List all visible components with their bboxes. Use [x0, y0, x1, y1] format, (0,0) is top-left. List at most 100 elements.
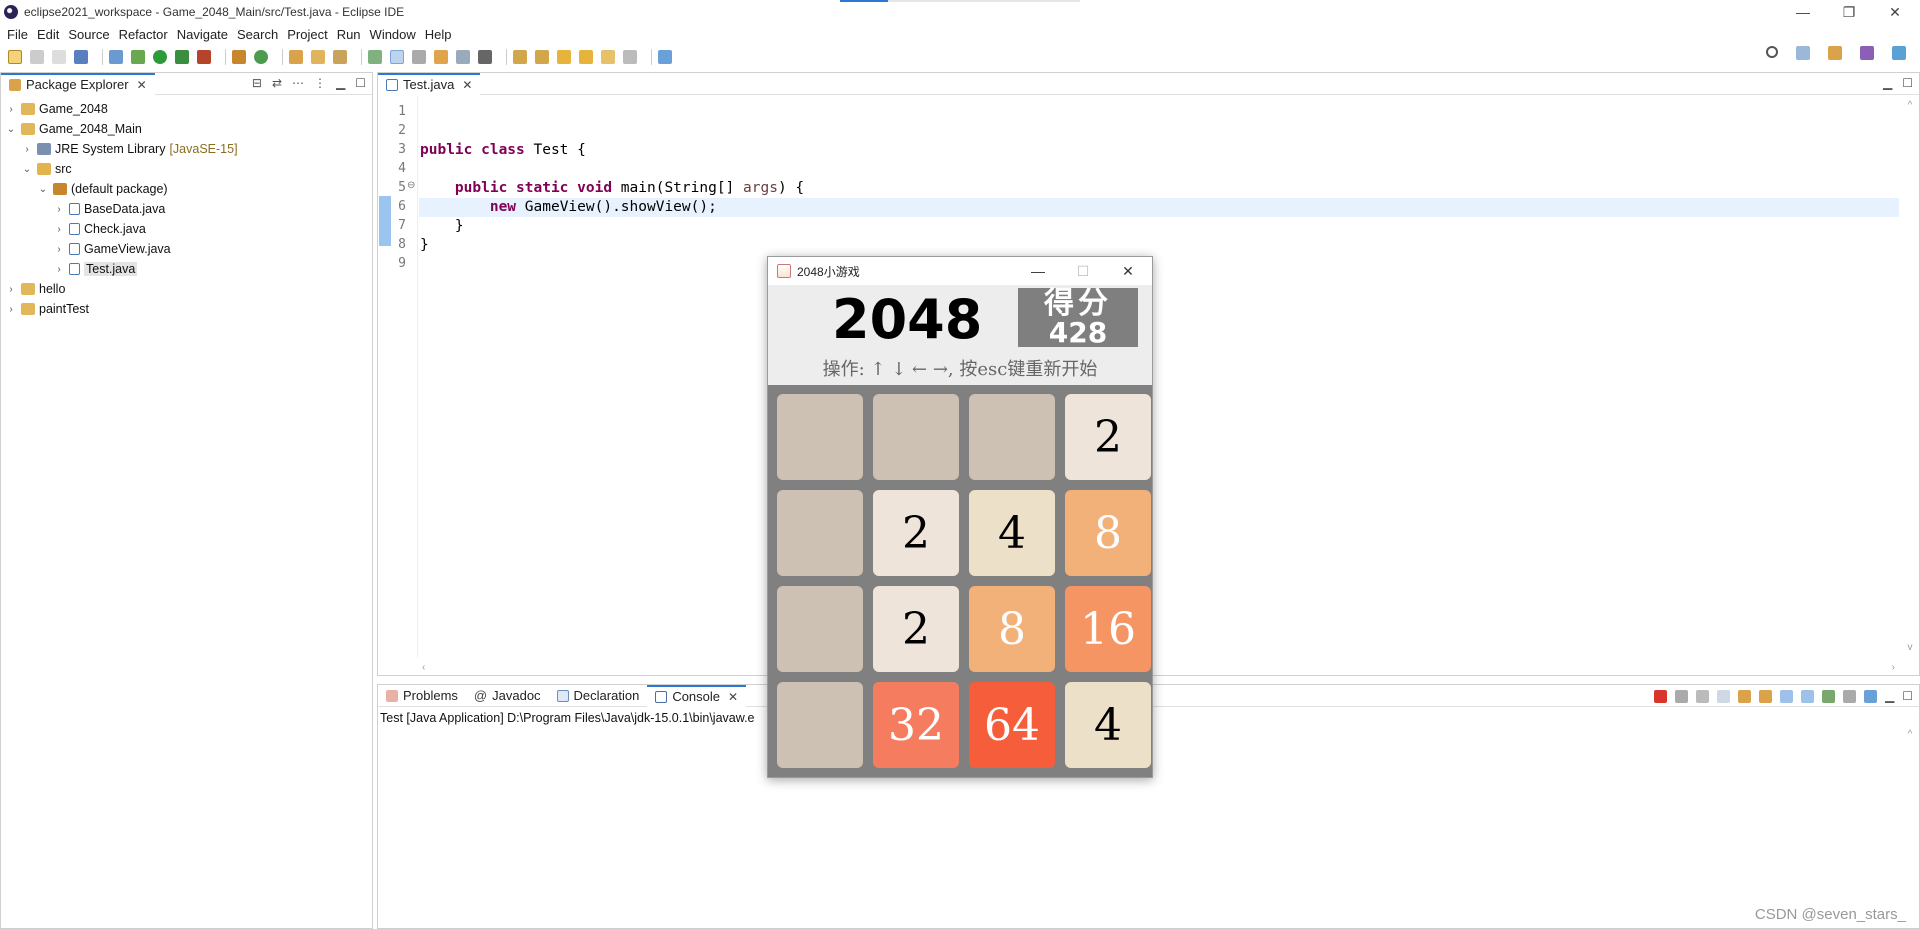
tree-item[interactable]: › GameView.java	[1, 239, 372, 259]
game-close-button[interactable]: ✕	[1108, 257, 1148, 285]
tab-package-explorer[interactable]: Package Explorer ✕	[1, 72, 155, 95]
chevron-down-icon[interactable]: ⌄	[5, 124, 17, 135]
back-arrow-icon[interactable]	[601, 50, 615, 64]
remove-all-terminated-icon[interactable]	[1696, 689, 1709, 703]
word-wrap-icon[interactable]	[1759, 689, 1772, 703]
scroll-down-icon[interactable]: v	[1908, 642, 1913, 653]
tab-console[interactable]: Console ✕	[647, 684, 747, 707]
chevron-down-icon[interactable]: ⌄	[37, 184, 49, 195]
forward-arrow-icon[interactable]	[623, 50, 637, 64]
collapse-all-icon[interactable]: ⊟	[252, 76, 262, 90]
search-tool-icon[interactable]	[333, 50, 347, 64]
tree-item[interactable]: › hello	[1, 279, 372, 299]
chevron-right-icon[interactable]: ›	[53, 244, 65, 255]
remove-launch-icon[interactable]	[1675, 689, 1688, 703]
fold-icon[interactable]: ⊖	[407, 180, 415, 191]
show-whitespace-icon[interactable]	[456, 50, 470, 64]
chevron-right-icon[interactable]: ›	[5, 284, 17, 295]
chevron-right-icon[interactable]: ›	[53, 264, 65, 275]
java-perspective-icon[interactable]	[1860, 46, 1874, 60]
minimize-button[interactable]: —	[1780, 0, 1826, 24]
tree-item[interactable]: ⌄ src	[1, 159, 372, 179]
java-ee-perspective-icon[interactable]	[1828, 46, 1842, 60]
pilcrow-icon[interactable]	[478, 50, 492, 64]
chevron-right-icon[interactable]: ›	[5, 304, 17, 315]
new-icon[interactable]	[8, 50, 22, 64]
toggle-mark-occurrences-icon[interactable]	[368, 50, 382, 64]
maximize-view-icon[interactable]: ☐	[1902, 76, 1913, 90]
last-edit-location-icon[interactable]	[557, 50, 571, 64]
new-java-class-icon[interactable]	[254, 50, 268, 64]
minimize-view-icon[interactable]: ▁	[1883, 76, 1892, 90]
tree-item[interactable]: › Game_2048	[1, 99, 372, 119]
scroll-up-icon[interactable]: ^	[1908, 100, 1913, 111]
open-console-icon[interactable]	[1864, 689, 1877, 703]
coverage-icon[interactable]	[175, 50, 189, 64]
run-icon[interactable]	[153, 50, 167, 64]
vertical-scrollbar[interactable]: ^ v	[1901, 96, 1919, 657]
search-icon[interactable]	[1766, 46, 1778, 58]
close-icon[interactable]: ✕	[728, 690, 738, 704]
close-button[interactable]: ✕	[1872, 0, 1918, 24]
save-icon[interactable]	[30, 50, 44, 64]
back-icon[interactable]	[579, 50, 593, 64]
minimize-view-icon[interactable]: ▁	[336, 76, 345, 90]
menu-window[interactable]: Window	[370, 27, 416, 42]
filters-icon[interactable]: ⋯	[292, 76, 304, 90]
menu-project[interactable]: Project	[287, 27, 327, 42]
link-with-editor-icon[interactable]: ⇄	[272, 76, 282, 90]
pin-console-icon[interactable]	[1822, 689, 1835, 703]
tree-item[interactable]: › Check.java	[1, 219, 372, 239]
view-menu-icon[interactable]: ⋮	[314, 76, 326, 90]
menu-refactor[interactable]: Refactor	[119, 27, 168, 42]
close-icon[interactable]: ✕	[462, 78, 472, 92]
tree-item[interactable]: ⌄ (default package)	[1, 179, 372, 199]
toggle-highlight-icon[interactable]	[390, 50, 404, 64]
tree-item[interactable]: › BaseData.java	[1, 199, 372, 219]
chevron-right-icon[interactable]: ›	[5, 104, 17, 115]
tab-test-java[interactable]: Test.java ✕	[378, 72, 481, 95]
skip-breakpoints-icon[interactable]	[109, 50, 123, 64]
menu-file[interactable]: File	[7, 27, 28, 42]
menu-source[interactable]: Source	[68, 27, 109, 42]
debug-icon[interactable]	[131, 50, 145, 64]
menu-search[interactable]: Search	[237, 27, 278, 42]
external-tools-icon[interactable]	[197, 50, 211, 64]
horizontal-scrollbar[interactable]: ‹ ›	[418, 659, 1899, 675]
open-type-icon[interactable]	[289, 50, 303, 64]
save-all-icon[interactable]	[52, 50, 66, 64]
menu-edit[interactable]: Edit	[37, 27, 59, 42]
word-wrap-icon[interactable]	[434, 50, 448, 64]
game-maximize-button[interactable]: ☐	[1063, 257, 1103, 285]
tab-javadoc[interactable]: @ Javadoc	[466, 685, 549, 707]
game-board[interactable]: 2 2 4 8 2 8 16 32 64 4	[768, 385, 1152, 777]
open-task-icon[interactable]	[311, 50, 325, 64]
tab-problems[interactable]: Problems	[378, 685, 466, 707]
menu-help[interactable]: Help	[425, 27, 452, 42]
show-console-on-error-icon[interactable]	[1801, 689, 1814, 703]
chevron-right-icon[interactable]: ›	[21, 144, 33, 155]
menu-navigate[interactable]: Navigate	[177, 27, 228, 42]
minimize-view-icon[interactable]: ▁	[1885, 689, 1894, 703]
block-selection-icon[interactable]	[412, 50, 426, 64]
debug-perspective-icon[interactable]	[1892, 46, 1906, 60]
game-minimize-button[interactable]: —	[1018, 257, 1058, 285]
maximize-view-icon[interactable]: ☐	[1902, 689, 1913, 703]
tree-item[interactable]: › JRE System Library [JavaSE-15]	[1, 139, 372, 159]
close-icon[interactable]: ✕	[137, 78, 147, 92]
open-perspective-icon[interactable]	[1796, 46, 1810, 60]
maximize-view-icon[interactable]: ☐	[355, 76, 366, 90]
clear-console-icon[interactable]	[1717, 689, 1730, 703]
chevron-down-icon[interactable]: ⌄	[21, 164, 33, 175]
menu-run[interactable]: Run	[337, 27, 361, 42]
tree-item[interactable]: › paintTest	[1, 299, 372, 319]
scroll-lock-icon[interactable]	[1738, 689, 1751, 703]
pin-editor-icon[interactable]	[658, 50, 672, 64]
terminate-icon[interactable]	[1654, 689, 1667, 703]
chevron-right-icon[interactable]: ›	[53, 204, 65, 215]
new-java-package-icon[interactable]	[232, 50, 246, 64]
tree-item[interactable]: › Test.java	[1, 259, 372, 279]
scroll-right-icon[interactable]: ›	[1892, 662, 1895, 673]
show-console-on-output-icon[interactable]	[1780, 689, 1793, 703]
previous-annotation-icon[interactable]	[535, 50, 549, 64]
